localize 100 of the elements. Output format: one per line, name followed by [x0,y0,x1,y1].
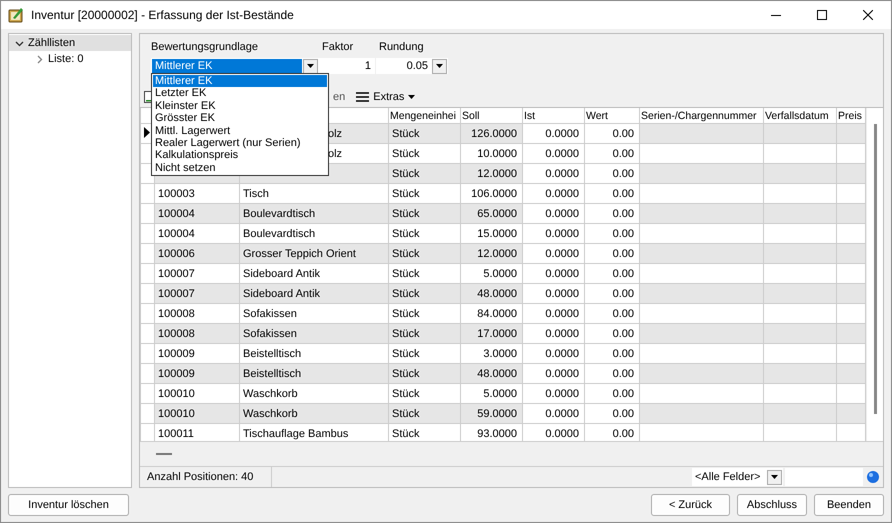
field-label: Rundung [379,41,425,55]
table-cell: 0.00 [584,404,640,424]
dropdown-option[interactable]: Grösster EK [153,112,327,125]
table-cell: 0.00 [584,124,640,144]
dropdown-option[interactable]: Letzter EK [153,87,327,100]
table-cell[interactable]: 0.0000 [522,204,584,224]
table-cell: Boulevardtisch [240,224,388,244]
scrollbar-thumb[interactable] [874,124,877,414]
table-cell: 0.00 [584,384,640,404]
table-cell: 0.00 [584,204,640,224]
table-cell[interactable]: 0.0000 [522,284,584,304]
table-cell: Stück [388,184,460,204]
chevron-down-icon[interactable] [15,38,24,48]
table-cell [836,324,866,344]
caret-icon [408,95,416,99]
table-cell: Stück [388,264,460,284]
table-cell[interactable]: 0.0000 [522,264,584,284]
table-cell: 12.0000 [460,164,522,184]
table-cell[interactable]: 0.0000 [522,404,584,424]
column-header[interactable]: Soll [460,108,522,124]
dropdown-option[interactable]: Mittlerer EK [153,75,327,88]
search-field[interactable] [785,468,863,486]
dialog-button[interactable]: < Zurück [651,494,730,516]
splitter-handle[interactable] [156,453,172,455]
table-cell: 48.0000 [460,284,522,304]
table-cell[interactable]: 0.0000 [522,124,584,144]
table-cell[interactable]: 0.0000 [522,164,584,184]
close-icon [863,10,873,20]
table-cell: Stück [388,384,460,404]
tree-label: Zähllisten [28,37,76,49]
table-cell: 0.00 [584,144,640,164]
table-cell: 0.00 [584,244,640,264]
dropdown-button[interactable] [303,58,318,74]
table-cell: Stück [388,224,460,244]
table-cell: Beistelltisch [240,344,388,364]
filter-combo[interactable]: <Alle Felder> [692,468,783,486]
document-icon[interactable] [144,91,153,103]
table-cell: Stück [388,344,460,364]
toolbar-item[interactable]: en [333,91,346,103]
rounding-combo[interactable]: 0.05 [376,58,448,74]
table-cell: 100006 [154,244,240,264]
tree-item[interactable]: Zähllisten [9,35,131,51]
table-cell: 100007 [154,284,240,304]
combo-value: 0.05 [406,59,429,73]
table-cell: Stück [388,324,460,344]
column-header[interactable]: Serien-/Chargennummer [640,108,764,124]
table-cell [836,264,866,284]
table-cell: 48.0000 [460,364,522,384]
table-cell: 100009 [154,364,240,384]
table-cell[interactable]: 0.0000 [522,304,584,324]
dropdown-button[interactable] [432,58,447,74]
table-cell[interactable]: 0.0000 [522,184,584,204]
table-cell: Stück [388,364,460,384]
dialog-button[interactable]: Abschluss [737,494,807,516]
dropdown-button[interactable] [767,470,782,484]
table-cell: 0.00 [584,264,640,284]
table-cell: 0.00 [584,184,640,204]
table-cell[interactable]: 0.0000 [522,244,584,264]
table-cell[interactable]: 0.0000 [522,324,584,344]
app-icon [7,6,25,24]
table-cell: Beistelltisch [240,364,388,384]
dropdown-option[interactable]: Kleinster EK [153,100,327,112]
tree-item[interactable]: Liste: 0 [9,51,131,67]
table-cell: Stück [388,164,460,184]
status-text: Anzahl Positionen: 40 [140,467,272,487]
column-header[interactable]: Preis [836,108,866,124]
dialog-button[interactable]: Beenden [814,494,884,516]
dropdown-option[interactable]: Nicht setzen [153,162,327,174]
extras-menu[interactable]: Extras [356,91,416,103]
table-cell[interactable]: 0.0000 [522,364,584,384]
table-cell [836,164,866,184]
combo-value: <Alle Felder> [694,471,762,483]
table-cell[interactable]: 0.0000 [522,224,584,244]
caret-icon [771,475,778,479]
table-cell: 0.00 [584,364,640,384]
delete-inventory-button[interactable]: Inventur löschen [8,494,129,516]
column-header[interactable]: Mengeneinhei [388,108,460,124]
basis-combo[interactable]: Mittlerer EK [151,58,319,74]
field-label: Bewertungsgrundlage [151,41,260,55]
chevron-right-icon[interactable] [35,54,44,64]
factor-field[interactable]: 1 [319,58,375,74]
table-cell: Waschkorb [240,404,388,424]
column-header[interactable]: Verfallsdatum [764,108,836,124]
globe-icon[interactable] [866,470,880,484]
table-cell [836,344,866,364]
column-header[interactable]: Ist [522,108,584,124]
column-header[interactable]: Wert [584,108,640,124]
table-cell [836,284,866,304]
table-cell: 100003 [154,184,240,204]
table-cell [836,224,866,244]
table-cell[interactable]: 0.0000 [522,144,584,164]
table-cell[interactable]: 0.0000 [522,344,584,364]
table-cell[interactable]: 0.0000 [522,384,584,404]
combo-value: Mittlerer EK [152,59,302,73]
table-cell [836,384,866,404]
table-cell: 0.00 [584,304,640,324]
table-cell: Stück [388,144,460,164]
table-cell: 10.0000 [460,144,522,164]
table-cell: Sofakissen [240,324,388,344]
table-cell: 100010 [154,384,240,404]
